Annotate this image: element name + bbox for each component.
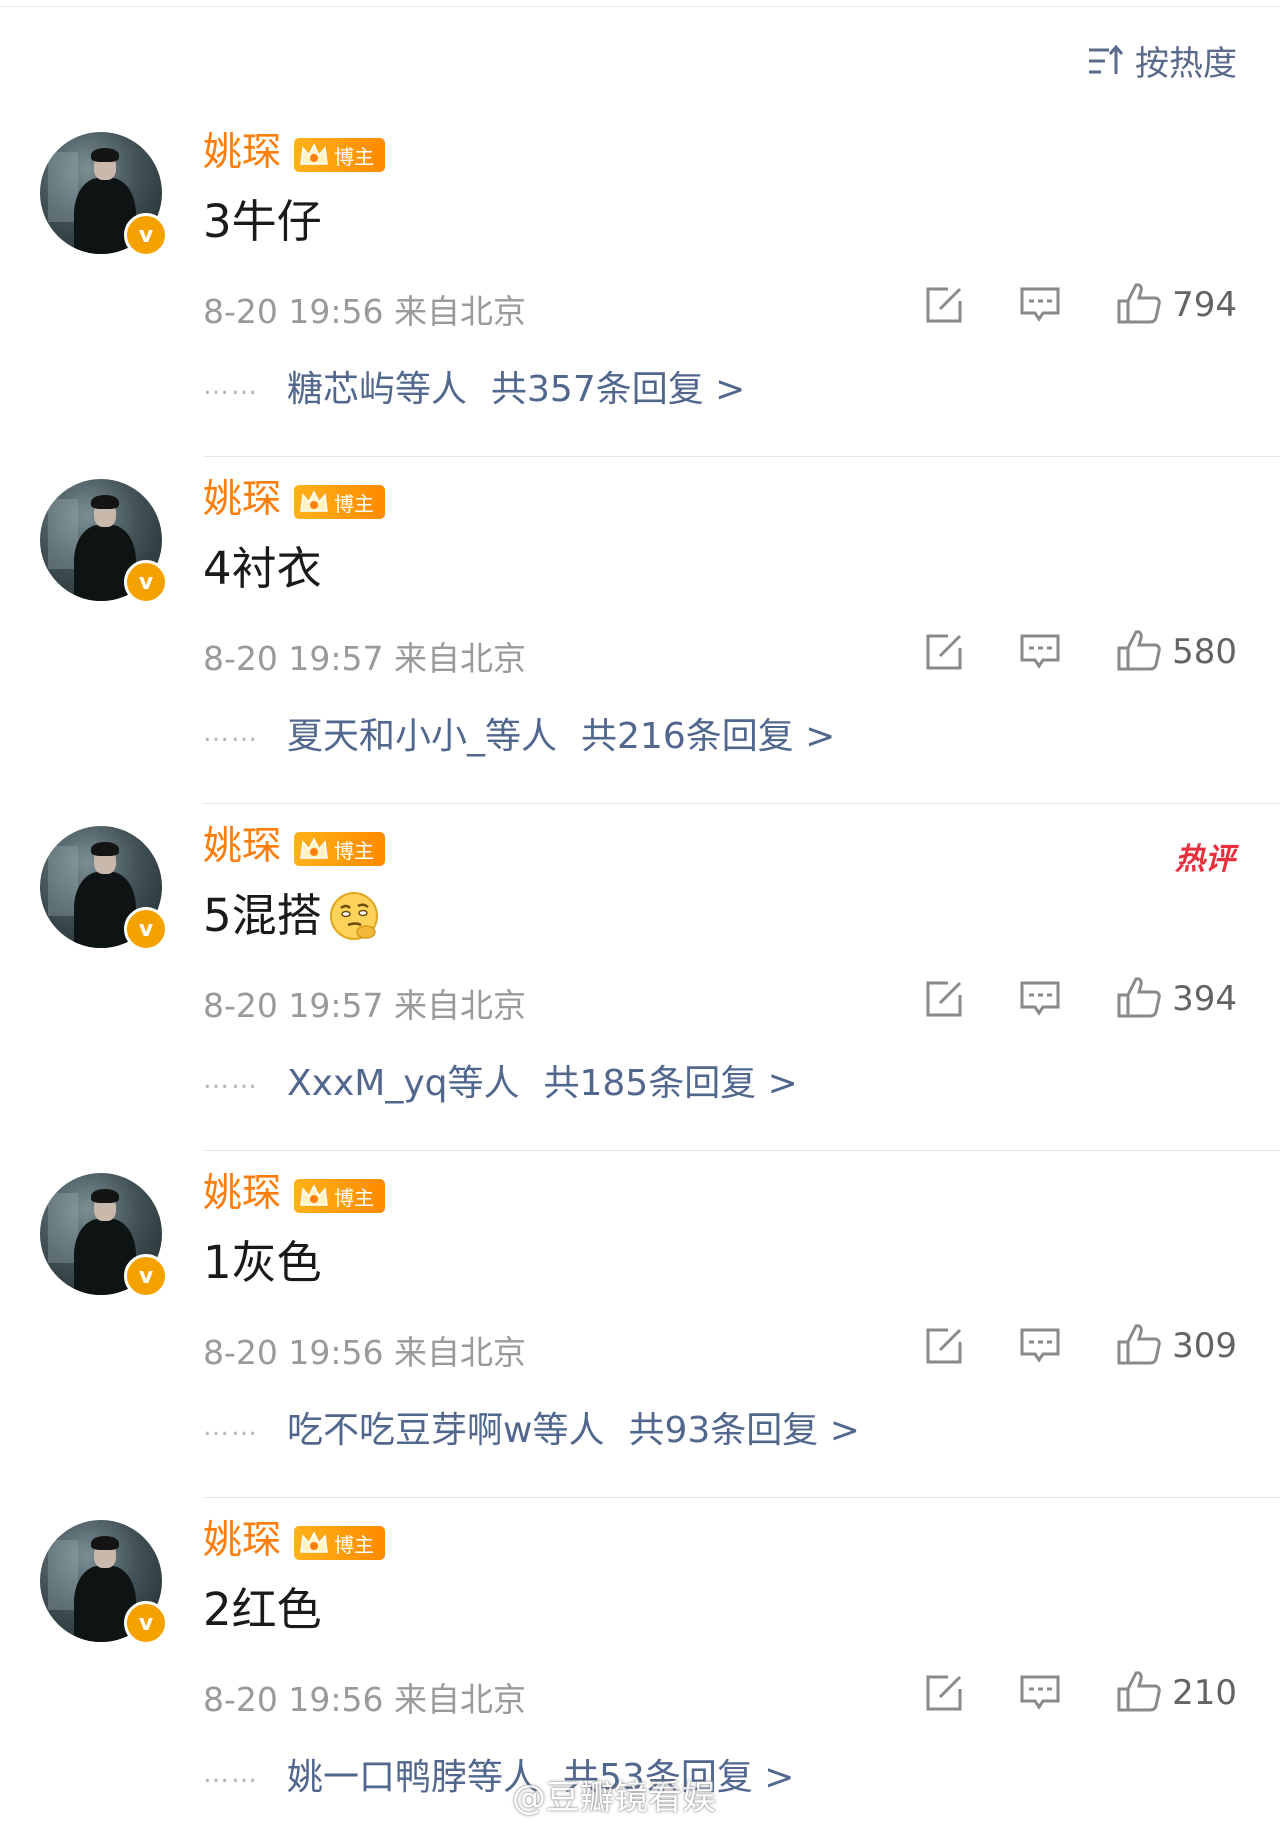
author-name[interactable]: 姚琛 [203, 1169, 281, 1219]
crown-icon [294, 1526, 334, 1560]
badge-label: 博主 [334, 1532, 374, 1557]
like-count: 394 [1172, 979, 1237, 1019]
share-icon[interactable] [924, 979, 964, 1019]
like-count: 794 [1172, 285, 1237, 325]
hot-comment-badge: 热评 [1175, 842, 1235, 877]
like-button[interactable]: 394 [1116, 975, 1237, 1023]
reply-total: 共93条回复 > [628, 1410, 860, 1451]
comment-text: 3牛仔 [203, 195, 322, 248]
reply-dots: …… [203, 1412, 259, 1442]
like-count: 309 [1172, 1326, 1237, 1366]
comment-item: v 姚琛 博主 4衬衣 8-20 19:57 来自北京 580 …… 夏天和小小… [0, 457, 1280, 804]
comment-actions: 394 [924, 974, 1237, 1024]
comment-actions: 309 [924, 1321, 1237, 1371]
author-name[interactable]: 姚琛 [203, 1516, 281, 1566]
sort-button[interactable]: 按热度 [1087, 36, 1237, 85]
comment-actions: 794 [924, 280, 1237, 330]
blogger-badge: 博主 [294, 1179, 385, 1213]
reply-dots: …… [203, 1759, 259, 1789]
comment-meta: 8-20 19:57 来自北京 [203, 986, 526, 1025]
reply-users: 吃不吃豆芽啊w等人 [287, 1410, 605, 1451]
verified-icon: v [124, 1254, 168, 1298]
blogger-badge: 博主 [294, 832, 385, 866]
comment-item: v 姚琛 博主 1灰色 8-20 19:56 来自北京 309 …… 吃不吃豆芽… [0, 1151, 1280, 1498]
reply-icon[interactable] [1019, 285, 1061, 325]
blogger-badge: 博主 [294, 138, 385, 172]
share-icon[interactable] [924, 632, 964, 672]
replies-link[interactable]: …… 夏天和小小_等人 共216条回复 > [203, 707, 835, 759]
comment-meta: 8-20 19:56 来自北京 [203, 292, 526, 331]
reply-users: 夏天和小小_等人 [287, 716, 558, 757]
thumb-up-icon [1116, 628, 1162, 676]
reply-icon[interactable] [1019, 1673, 1061, 1713]
comment-meta: 8-20 19:56 来自北京 [203, 1333, 526, 1372]
reply-dots: …… [203, 718, 259, 748]
watermark: @豆瓣镜看娱 [512, 1778, 716, 1818]
reply-icon[interactable] [1019, 1326, 1061, 1366]
verified-icon: v [124, 1601, 168, 1645]
comment-text: 4衬衣 [203, 542, 322, 595]
blogger-badge: 博主 [294, 1526, 385, 1560]
comment-meta: 8-20 19:57 来自北京 [203, 639, 526, 678]
reply-users: 糖芯屿等人 [287, 369, 468, 410]
crown-icon [294, 1179, 334, 1213]
reply-total: 共216条回复 > [581, 716, 836, 757]
replies-link[interactable]: …… XxxM_yq等人 共185条回复 > [203, 1054, 798, 1106]
like-button[interactable]: 794 [1116, 281, 1237, 329]
like-button[interactable]: 580 [1116, 628, 1237, 676]
share-icon[interactable] [924, 1326, 964, 1366]
share-icon[interactable] [924, 285, 964, 325]
like-button[interactable]: 309 [1116, 1322, 1237, 1370]
like-count: 210 [1172, 1673, 1237, 1713]
comment-actions: 210 [924, 1668, 1237, 1718]
badge-label: 博主 [334, 491, 374, 516]
badge-label: 博主 [334, 838, 374, 863]
comment-text: 2红色 [203, 1583, 322, 1636]
author-name[interactable]: 姚琛 [203, 128, 281, 178]
sort-label: 按热度 [1135, 44, 1237, 84]
like-button[interactable]: 210 [1116, 1669, 1237, 1717]
comment-text: 1灰色 [203, 1236, 322, 1289]
badge-label: 博主 [334, 144, 374, 169]
comment-item: v 姚琛 博主 3牛仔 8-20 19:56 来自北京 794 …… 糖芯屿等人… [0, 110, 1280, 457]
crown-icon [294, 485, 334, 519]
comment-item: v 姚琛 博主 热评 5混搭 8-20 19:57 来自北京 394 …… Xx… [0, 804, 1280, 1151]
author-name[interactable]: 姚琛 [203, 822, 281, 872]
thumb-up-icon [1116, 281, 1162, 329]
comment-meta: 8-20 19:56 来自北京 [203, 1680, 526, 1719]
replies-link[interactable]: …… 糖芯屿等人 共357条回复 > [203, 360, 745, 412]
author-name[interactable]: 姚琛 [203, 475, 281, 525]
share-icon[interactable] [924, 1673, 964, 1713]
comment-text: 5混搭 [203, 886, 380, 946]
thumb-up-icon [1116, 1669, 1162, 1717]
verified-icon: v [124, 907, 168, 951]
reply-users: XxxM_yq等人 [287, 1063, 520, 1104]
blogger-badge: 博主 [294, 485, 385, 519]
top-divider [0, 0, 1280, 7]
like-count: 580 [1172, 632, 1237, 672]
badge-label: 博主 [334, 1185, 374, 1210]
crown-icon [294, 832, 334, 866]
reply-icon[interactable] [1019, 632, 1061, 672]
reply-users: 姚一口鸭脖等人 [287, 1757, 540, 1798]
thumb-up-icon [1116, 975, 1162, 1023]
reply-dots: …… [203, 371, 259, 401]
sort-icon [1087, 44, 1123, 78]
replies-link[interactable]: …… 吃不吃豆芽啊w等人 共93条回复 > [203, 1401, 860, 1453]
reply-total: 共357条回复 > [491, 369, 746, 410]
verified-icon: v [124, 560, 168, 604]
thinking-emoji-icon [328, 890, 380, 942]
crown-icon [294, 138, 334, 172]
comment-actions: 580 [924, 627, 1237, 677]
verified-icon: v [124, 213, 168, 257]
reply-total: 共185条回复 > [543, 1063, 798, 1104]
reply-icon[interactable] [1019, 979, 1061, 1019]
reply-dots: …… [203, 1065, 259, 1095]
thumb-up-icon [1116, 1322, 1162, 1370]
